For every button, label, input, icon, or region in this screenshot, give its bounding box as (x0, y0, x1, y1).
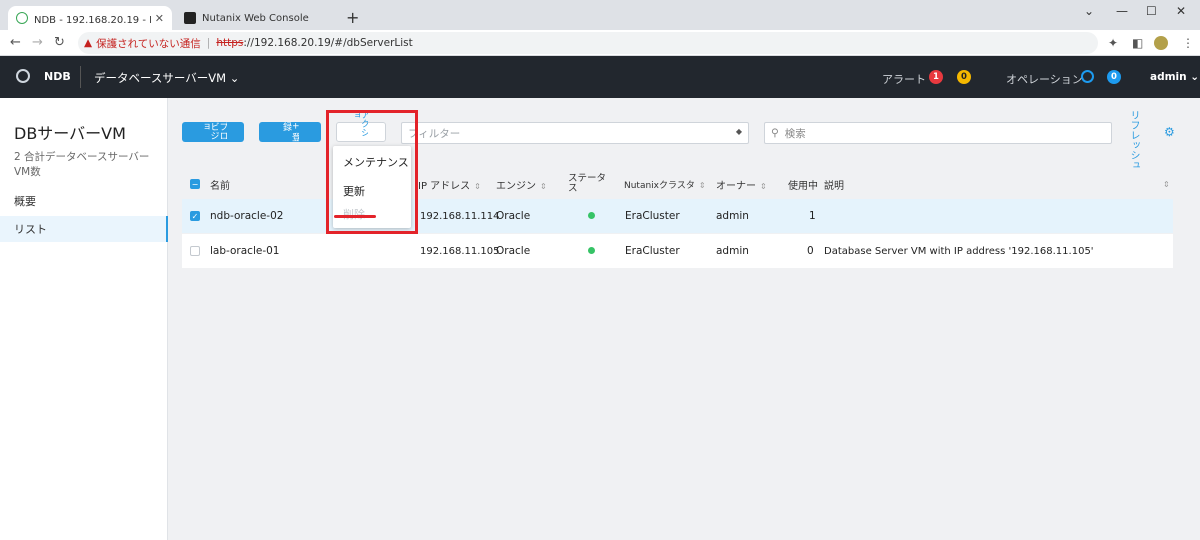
search-input[interactable]: ⚲ 検索 (764, 122, 1112, 144)
sort-icon[interactable]: ⇕ (1163, 180, 1170, 189)
browser-tabstrip: NDB - 192.168.20.19 - DBサーバーVM ✕ Nutanix… (0, 0, 1200, 30)
maximize-button[interactable]: ☐ (1146, 4, 1157, 18)
new-tab-button[interactable]: + (346, 8, 359, 27)
nutanix-favicon-icon (184, 12, 196, 24)
browser-toolbar: ← → ↻ ▲ 保護されていない通信 | https ://192.168.20… (0, 30, 1200, 56)
alert-critical-badge[interactable]: 1 (929, 70, 943, 84)
vm-owner: admin (716, 245, 749, 257)
vm-cluster: EraCluster (625, 245, 680, 257)
column-header-in-use[interactable]: 使用中 (788, 177, 818, 192)
brand-label[interactable]: NDB (44, 70, 71, 83)
vm-ip: 192.168.11.105 (420, 245, 500, 257)
column-label: 使用中 (788, 180, 818, 192)
sidebar-item-summary[interactable]: 概要 (0, 188, 168, 214)
close-icon[interactable]: ✕ (155, 12, 164, 25)
user-menu[interactable]: admin ⌄ (1150, 71, 1199, 83)
address-bar[interactable]: ▲ 保護されていない通信 | https ://192.168.20.19/#/… (78, 32, 1098, 54)
status-running-icon (588, 247, 595, 254)
vm-name[interactable]: ndb-oracle-02 (210, 210, 283, 222)
vm-name[interactable]: lab-oracle-01 (210, 245, 279, 257)
tab-search-icon[interactable]: ⌄ (1084, 4, 1094, 18)
sort-icon: ⇕ (760, 181, 767, 191)
register-button-label: + 登録 (281, 122, 299, 142)
column-header-name[interactable]: 名前 (210, 177, 230, 192)
vm-engine: Oracle (496, 210, 531, 222)
menu-kebab-icon[interactable]: ⋮ (1182, 36, 1194, 50)
browser-tab-nutanix[interactable]: Nutanix Web Console (176, 6, 340, 30)
column-label: ステータス (568, 173, 607, 194)
column-header-owner[interactable]: オーナー ⇕ (716, 177, 767, 192)
column-label: IP アドレス (418, 180, 471, 192)
column-header-cluster[interactable]: Nutanixクラスタ ⇕ (624, 178, 706, 191)
column-header-description[interactable]: 説明 (824, 177, 844, 192)
tab-title: NDB - 192.168.20.19 - DBサーバーVM (34, 14, 151, 26)
url-separator: | (206, 37, 211, 49)
status-running-icon (588, 212, 595, 219)
sort-icon: ⇕ (698, 180, 706, 190)
sort-icon: ⇕ (474, 181, 481, 191)
minimize-button[interactable]: — (1116, 4, 1128, 18)
browser-tab-ndb[interactable]: NDB - 192.168.20.19 - DBサーバーVM ✕ (8, 6, 172, 30)
sidebar: DBサーバーVM 2 合計データベースサーバーVM数 概要 リスト (0, 98, 168, 540)
extensions-icon[interactable]: ✦ (1108, 36, 1118, 50)
column-label: 説明 (824, 180, 844, 192)
alerts-label[interactable]: アラート (882, 71, 926, 87)
provision-button-label: プロビジョ (199, 122, 227, 140)
forward-icon[interactable]: → (32, 35, 43, 50)
operations-label[interactable]: オペレーション (1006, 71, 1083, 87)
column-label: 名前 (210, 180, 230, 192)
window-close-button[interactable]: ✕ (1176, 4, 1186, 18)
search-placeholder: 検索 (784, 127, 806, 140)
page-subtitle: 2 合計データベースサーバーVM数 (14, 151, 150, 178)
ndb-favicon-icon (16, 12, 28, 24)
security-status[interactable]: 保護されていない通信 (96, 36, 201, 51)
column-header-engine[interactable]: エンジン ⇕ (496, 177, 547, 192)
search-icon: ⚲ (771, 127, 779, 139)
vm-owner: admin (716, 210, 749, 222)
alert-warning-badge[interactable]: 0 (957, 70, 971, 84)
vm-in-use: 1 (809, 210, 816, 222)
row-checkbox[interactable] (190, 246, 200, 256)
vm-engine: Oracle (496, 245, 531, 257)
column-label: オーナー (716, 180, 756, 192)
highlight-underline (334, 215, 376, 218)
gear-icon[interactable]: ⚙ (1164, 125, 1175, 139)
sort-icon: ⇕ (540, 181, 547, 191)
vm-cluster: EraCluster (625, 210, 680, 222)
register-button[interactable]: + 登録 (259, 122, 321, 142)
column-header-status[interactable]: ステータス (568, 174, 606, 194)
app-header: NDB データベースサーバーVM ⌄ アラート 1 0 オペレーション 0 ad… (0, 56, 1200, 98)
back-icon[interactable]: ← (10, 35, 21, 50)
provision-button[interactable]: プロビジョ (182, 122, 244, 142)
url-scheme: https (216, 37, 244, 49)
select-caret-icon: ◆ (735, 127, 742, 136)
page-menu-dropdown[interactable]: データベースサーバーVM ⌄ (94, 70, 239, 86)
vm-in-use: 0 (807, 245, 814, 257)
vm-ip: 192.168.11.114 (420, 210, 500, 222)
operations-progress-icon (1081, 70, 1094, 83)
sidepanel-icon[interactable]: ◧ (1132, 36, 1143, 50)
reload-icon[interactable]: ↻ (54, 35, 65, 50)
tab-title: Nutanix Web Console (202, 12, 309, 24)
select-all-checkbox[interactable]: − (190, 179, 200, 189)
column-label: Nutanixクラスタ (624, 180, 695, 191)
operations-badge[interactable]: 0 (1107, 70, 1121, 84)
ndb-logo-icon (16, 69, 30, 83)
warning-icon: ▲ (84, 37, 93, 49)
url-path: ://192.168.20.19/#/dbServerList (243, 37, 413, 49)
table-row[interactable]: lab-oracle-01 192.168.11.105 Oracle EraC… (182, 234, 1173, 268)
page-title: DBサーバーVM (14, 124, 126, 143)
column-header-ip[interactable]: IP アドレス ⇕ (418, 177, 481, 192)
row-checkbox[interactable]: ✓ (190, 211, 200, 221)
header-divider (80, 66, 81, 88)
sidebar-item-list[interactable]: リスト (0, 216, 168, 242)
profile-avatar[interactable] (1154, 36, 1168, 50)
refresh-button[interactable]: リフレッシュ (1128, 110, 1139, 170)
column-label: エンジン (496, 180, 536, 192)
vm-description: Database Server VM with IP address '192.… (824, 245, 1094, 257)
filter-select[interactable]: フィルター ◆ (401, 122, 749, 144)
